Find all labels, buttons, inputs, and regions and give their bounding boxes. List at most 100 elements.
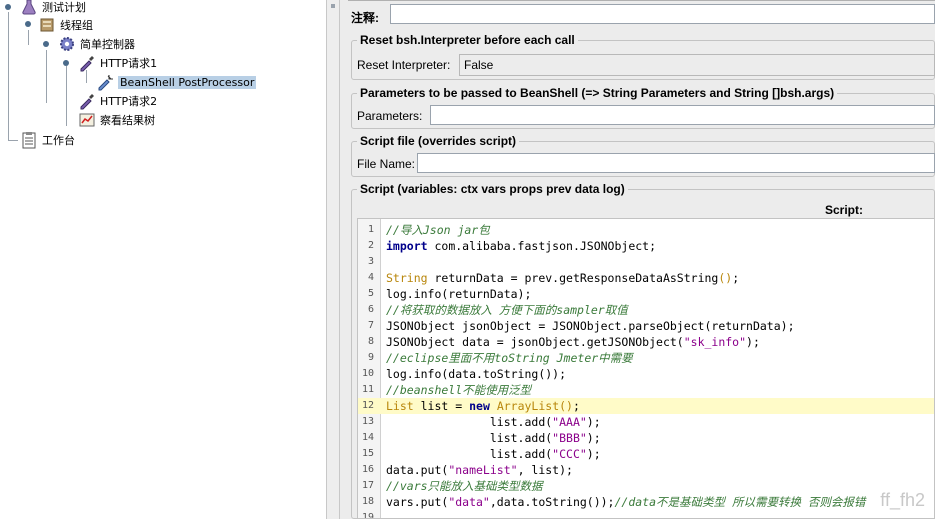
code-text: list.add("CCC");: [386, 446, 601, 462]
code-line[interactable]: 6 //将获取的数据放入 方便下面的sampler取值: [358, 302, 934, 318]
code-text: vars.put("data",data.toString());//data不…: [386, 494, 865, 510]
code-line[interactable]: 13 list.add("AAA");: [358, 414, 934, 430]
code-line[interactable]: 16 data.put("nameList", list);: [358, 462, 934, 478]
code-line[interactable]: 18 vars.put("data",data.toString());//dat…: [358, 494, 934, 510]
reset-group-title: Reset bsh.Interpreter before each call: [357, 33, 578, 47]
tree-toggle-handle[interactable]: [63, 60, 69, 66]
code-token-comment: //将获取的数据放入 方便下面的sampler取值: [386, 303, 628, 317]
line-number: 11: [361, 384, 374, 395]
code-token-str: "BBB": [552, 431, 587, 445]
parameters-input[interactable]: [430, 105, 935, 125]
code-token-comment: //data不是基础类型 所以需要转换 否则会报错: [614, 495, 866, 509]
tree-node-beanshell-postprocessor[interactable]: BeanShell PostProcessor: [96, 73, 257, 91]
comment-label: 注释:: [351, 11, 379, 25]
code-token-plain: list.add(: [386, 431, 553, 445]
tree-toggle-handle[interactable]: [5, 4, 11, 10]
tree-node-workbench[interactable]: 工作台: [20, 131, 75, 149]
line-number: 3: [367, 256, 374, 267]
code-token-kw: new: [469, 399, 490, 413]
line-number: 5: [367, 288, 374, 299]
code-token-plain: ,data.toString());: [489, 495, 615, 509]
code-text: //导入Json jar包: [386, 222, 490, 238]
code-token-plain: log.info(data.toString());: [386, 367, 567, 381]
code-line[interactable]: 2 import com.alibaba.fastjson.JSONObject;: [358, 238, 934, 254]
code-token-type: List: [386, 399, 414, 413]
line-number: 4: [367, 272, 374, 283]
line-number: 2: [367, 240, 374, 251]
code-token-plain: );: [586, 447, 601, 461]
code-line[interactable]: 14 list.add("BBB");: [358, 430, 934, 446]
code-line[interactable]: 19: [358, 510, 934, 518]
line-number: 6: [367, 304, 374, 315]
file-name-input[interactable]: [417, 153, 935, 173]
tree-node-http-request-2[interactable]: HTTP请求2: [78, 92, 157, 110]
code-token-plain: );: [746, 335, 760, 349]
code-line[interactable]: 11 //beanshell不能使用泛型: [358, 382, 934, 398]
tree-toggle-handle[interactable]: [25, 21, 31, 27]
code-text: JSONObject data = jsonObject.getJSONObje…: [386, 334, 760, 350]
code-line[interactable]: 8 JSONObject data = jsonObject.getJSONObj…: [358, 334, 934, 350]
code-token-plain: data.put(: [386, 463, 449, 477]
code-line[interactable]: 17 //vars只能放入基础类型数据: [358, 478, 934, 494]
code-line[interactable]: 5 log.info(returnData);: [358, 286, 934, 302]
code-token-type: (): [718, 271, 733, 285]
code-token-plain: , list);: [517, 463, 573, 477]
code-token-type: ArrayList(): [496, 399, 573, 413]
code-line[interactable]: 1 //导入Json jar包: [358, 222, 934, 238]
line-number: 18: [361, 496, 374, 507]
line-number: 12: [361, 400, 374, 411]
code-token-plain: returnData = prev.getResponseDataAsStrin…: [427, 271, 719, 285]
tree-node-test-plan[interactable]: 测试计划: [20, 0, 86, 16]
tree-connector: [28, 30, 29, 45]
code-token-comment: //eclipse里面不用toString Jmeter中需要: [386, 351, 633, 365]
line-number: 9: [367, 352, 374, 363]
pane-splitter[interactable]: [326, 0, 340, 519]
line-number: 1: [367, 224, 374, 235]
script-file-group-title: Script file (overrides script): [357, 134, 520, 148]
code-text: import com.alibaba.fastjson.JSONObject;: [386, 238, 656, 254]
gear-icon: [58, 35, 76, 53]
code-token-plain: list.add(: [386, 415, 553, 429]
postprocessor-icon: [96, 73, 114, 91]
line-number: 15: [361, 448, 374, 459]
code-token-plain: );: [586, 415, 601, 429]
tree-connector: [8, 140, 18, 141]
reset-interpreter-select[interactable]: False: [459, 54, 935, 76]
tree-node-view-results-tree[interactable]: 察看结果树: [78, 111, 155, 129]
code-line[interactable]: 9 //eclipse里面不用toString Jmeter中需要: [358, 350, 934, 366]
tree-node-http-request-1[interactable]: HTTP请求1: [78, 54, 157, 72]
panel-top-border: [348, 0, 935, 3]
code-token-kw: import: [386, 239, 428, 253]
tree-node-thread-group[interactable]: 线程组: [38, 16, 93, 34]
line-number: 7: [367, 320, 374, 331]
tree-connector: [46, 50, 47, 103]
tree-node-simple-controller[interactable]: 简单控制器: [58, 35, 135, 53]
code-text: List list = new ArrayList();: [386, 398, 580, 414]
code-text: //将获取的数据放入 方便下面的sampler取值: [386, 302, 628, 318]
tree-connector: [8, 12, 9, 140]
chart-listener-icon: [78, 111, 96, 129]
code-text: log.info(returnData);: [386, 286, 531, 302]
code-token-plain: JSONObject jsonObject = JSONObject.parse…: [386, 319, 795, 333]
code-token-plain: list =: [413, 399, 470, 413]
code-line[interactable]: 12 List list = new ArrayList();: [358, 398, 934, 414]
clipboard-icon: [20, 131, 38, 149]
code-line[interactable]: 7 JSONObject jsonObject = JSONObject.pars…: [358, 318, 934, 334]
pipette-icon: [78, 92, 96, 110]
code-line[interactable]: 3: [358, 254, 934, 270]
line-number: 14: [361, 432, 374, 443]
code-text: //eclipse里面不用toString Jmeter中需要: [386, 350, 633, 366]
code-line[interactable]: 10 log.info(data.toString());: [358, 366, 934, 382]
code-line[interactable]: 15 list.add("CCC");: [358, 446, 934, 462]
code-text: list.add("BBB");: [386, 430, 601, 446]
code-text: JSONObject jsonObject = JSONObject.parse…: [386, 318, 795, 334]
code-token-plain: ;: [572, 399, 580, 413]
line-number: 13: [361, 416, 374, 427]
parameters-group-title: Parameters to be passed to BeanShell (=>…: [357, 86, 838, 100]
line-number: 10: [361, 368, 374, 379]
script-editor[interactable]: 1 //导入Json jar包 2 import com.alibaba.fastjs…: [357, 218, 935, 519]
code-line[interactable]: 4 String returnData = prev.getResponseDat…: [358, 270, 934, 286]
code-token-type: String: [386, 271, 428, 285]
tree-toggle-handle[interactable]: [43, 41, 49, 47]
comment-field[interactable]: [390, 4, 935, 24]
